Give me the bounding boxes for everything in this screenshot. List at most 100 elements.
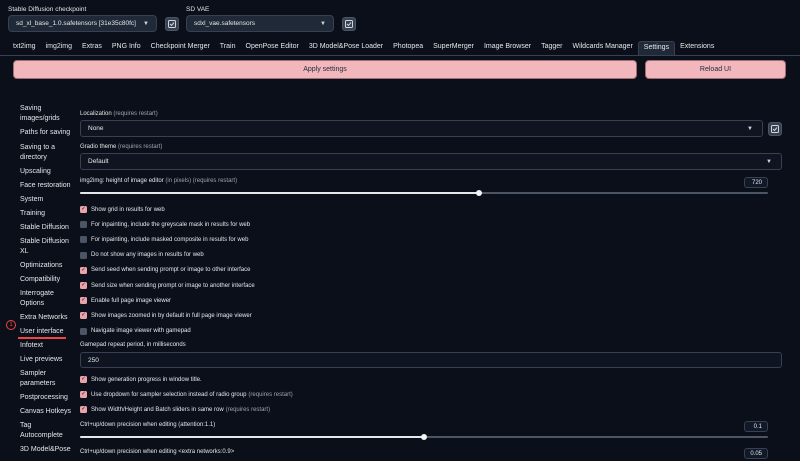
slider-thumb[interactable] xyxy=(421,434,427,440)
gamepad-input[interactable]: 250 xyxy=(80,352,782,368)
checkpoint-select[interactable]: sd_xl_base_1.0.safetensors [31e35c80fc] … xyxy=(8,15,157,32)
tab-checkpoint-merger[interactable]: Checkpoint Merger xyxy=(146,41,215,55)
refresh-checkpoint-button[interactable] xyxy=(165,17,179,31)
ctrl-attention-slider[interactable] xyxy=(80,434,768,440)
main-tabs: txt2img img2img Extras PNG Info Checkpoint M… xyxy=(8,41,719,55)
checkbox-label: Show grid in results for web xyxy=(91,206,165,213)
checkbox[interactable] xyxy=(80,206,87,213)
checkbox[interactable] xyxy=(80,297,87,305)
ctrl-attention-input[interactable]: 0.1 xyxy=(744,421,768,432)
ctrl-attention-label: Ctrl+up/down precision when editing (att… xyxy=(80,422,216,428)
checkbox[interactable] xyxy=(80,406,87,414)
checkbox-label: Navigate image viewer with gamepad xyxy=(91,328,191,335)
sidebar-item-postprocessing[interactable]: Postprocessing xyxy=(20,393,72,403)
chevron-down-icon: ▼ xyxy=(766,158,772,165)
tab-txt2img[interactable]: txt2img xyxy=(8,41,41,55)
setting-checkbox-row[interactable]: For inpainting, include the greyscale ma… xyxy=(80,220,250,229)
img2img-height-slider[interactable] xyxy=(80,190,768,196)
sidebar-item-training[interactable]: Training xyxy=(20,209,72,219)
setting-checkbox-row[interactable]: Show generation progress in window title… xyxy=(80,375,202,384)
checkbox[interactable] xyxy=(80,266,87,274)
refresh-vae-button[interactable] xyxy=(342,17,356,31)
setting-checkbox-row[interactable]: Do not show any images in results for we… xyxy=(80,251,204,260)
setting-checkbox-row[interactable]: Use dropdown for sampler selection inste… xyxy=(80,390,293,399)
checkbox[interactable] xyxy=(80,282,87,289)
sidebar-item-sampler-parameters[interactable]: Sampler parameters xyxy=(20,369,72,388)
sidebar-item-stable-diffusion[interactable]: Stable Diffusion xyxy=(20,223,72,233)
checkbox[interactable] xyxy=(80,312,87,320)
gradio-theme-value: Default xyxy=(88,158,109,165)
sidebar-item-paths-for-saving[interactable]: Paths for saving xyxy=(20,128,72,138)
reload-ui-button[interactable]: Reload UI xyxy=(645,60,786,79)
vae-select[interactable]: sdxl_vae.safetensors ▼ xyxy=(186,15,334,32)
gradio-theme-select[interactable]: Default ▼ xyxy=(80,153,782,170)
tab-openpose-editor[interactable]: OpenPose Editor xyxy=(241,41,304,55)
checkbox[interactable] xyxy=(80,236,87,244)
setting-checkbox-row[interactable]: Show Width/Height and Batch sliders in s… xyxy=(80,405,270,414)
tab-img2img[interactable]: img2img xyxy=(41,41,77,55)
sidebar-item-face-restoration[interactable]: Face restoration xyxy=(20,181,72,191)
localization-select[interactable]: None ▼ xyxy=(80,120,763,137)
checkbox-hint: (requires restart) xyxy=(225,406,271,413)
sidebar-item-saving-to-a-directory[interactable]: Saving to a directory xyxy=(20,143,72,162)
tab-settings[interactable]: Settings xyxy=(637,41,676,55)
sidebar-item-user-interface[interactable]: User interface xyxy=(20,327,72,337)
gradio-theme-label: Gradio theme (requires restart) xyxy=(80,144,163,150)
annotation-marker: 1 xyxy=(6,320,16,330)
sidebar-item-infotext[interactable]: Infotext xyxy=(20,341,72,351)
setting-checkbox-row[interactable]: Show grid in results for web xyxy=(80,205,165,214)
tab-train[interactable]: Train xyxy=(215,41,241,55)
tab-extensions[interactable]: Extensions xyxy=(675,41,719,55)
tab-tagger[interactable]: Tagger xyxy=(536,41,567,55)
setting-checkbox-row[interactable]: Enable full page image viewer xyxy=(80,296,171,305)
setting-checkbox-row[interactable]: Navigate image viewer with gamepad xyxy=(80,327,191,336)
vae-value: sdxl_vae.safetensors xyxy=(194,20,256,27)
tab-photopea[interactable]: Photopea xyxy=(388,41,428,55)
tab-extras[interactable]: Extras xyxy=(77,41,107,55)
gamepad-value: 250 xyxy=(88,356,99,364)
tab-image-browser[interactable]: Image Browser xyxy=(479,41,536,55)
setting-checkbox-row[interactable]: Send seed when sending prompt or image t… xyxy=(80,266,250,275)
tab-png-info[interactable]: PNG Info xyxy=(107,41,146,55)
img2img-height-input[interactable]: 720 xyxy=(744,177,768,188)
sidebar-item-saving-images-grids[interactable]: Saving images/grids xyxy=(20,104,72,123)
img2img-height-label: img2img: height of image editor (in pixe… xyxy=(80,178,238,184)
checkpoint-value: sd_xl_base_1.0.safetensors [31e35c80fc] xyxy=(16,20,136,27)
refresh-icon xyxy=(168,20,176,28)
tab-supermerger[interactable]: SuperMerger xyxy=(428,41,479,55)
apply-settings-button[interactable]: Apply settings xyxy=(13,60,637,79)
setting-checkbox-row[interactable]: For inpainting, include masked composite… xyxy=(80,235,248,244)
checkbox[interactable] xyxy=(80,376,87,383)
sidebar-item-interrogate-options[interactable]: Interrogate Options xyxy=(20,289,72,308)
checkbox[interactable] xyxy=(80,391,87,399)
tab-wildcards-manager[interactable]: Wildcards Manager xyxy=(567,41,637,55)
sidebar-item-optimizations[interactable]: Optimizations xyxy=(20,261,72,271)
sidebar-item-tag-autocomplete[interactable]: Tag Autocomplete xyxy=(20,421,72,440)
checkbox-label: Show images zoomed in by default in full… xyxy=(91,312,252,319)
setting-checkbox-row[interactable]: Show images zoomed in by default in full… xyxy=(80,311,252,320)
checkpoint-label: Stable Diffusion checkpoint xyxy=(8,6,87,13)
sidebar-item-compatibility[interactable]: Compatibility xyxy=(20,275,72,285)
tab-3d-model-pose-loader[interactable]: 3D Model&Pose Loader xyxy=(304,41,388,55)
setting-checkbox-row[interactable]: Send size when sending prompt or image t… xyxy=(80,281,255,290)
checkbox-label: Send seed when sending prompt or image t… xyxy=(91,267,251,274)
sidebar-item-live-previews[interactable]: Live previews xyxy=(20,355,72,365)
vae-label: SD VAE xyxy=(186,6,210,13)
sidebar-item-extra-networks[interactable]: Extra Networks xyxy=(20,313,72,323)
checkbox[interactable] xyxy=(80,327,87,335)
checkbox[interactable] xyxy=(80,251,87,259)
sidebar-item-canvas-hotkeys[interactable]: Canvas Hotkeys xyxy=(20,407,72,417)
sidebar-item-system[interactable]: System xyxy=(20,195,72,205)
sidebar-item-3d-model-pose[interactable]: 3D Model&Pose xyxy=(20,445,80,455)
gamepad-label: Gamepad repeat period, in milliseconds xyxy=(80,342,186,348)
ctrl-extra-input[interactable]: 0.05 xyxy=(744,448,768,459)
refresh-localization-button[interactable] xyxy=(768,122,782,136)
checkbox-label: Show generation progress in window title… xyxy=(91,376,202,383)
sidebar-item-upscaling[interactable]: Upscaling xyxy=(20,167,72,177)
sidebar-item-stable-diffusion-xl[interactable]: Stable Diffusion XL xyxy=(20,237,72,256)
checkbox-label: Enable full page image viewer xyxy=(91,297,172,304)
refresh-icon xyxy=(771,125,779,133)
slider-thumb[interactable] xyxy=(476,190,482,196)
checkbox[interactable] xyxy=(80,221,87,229)
checkbox-hint: (requires restart) xyxy=(248,391,293,398)
